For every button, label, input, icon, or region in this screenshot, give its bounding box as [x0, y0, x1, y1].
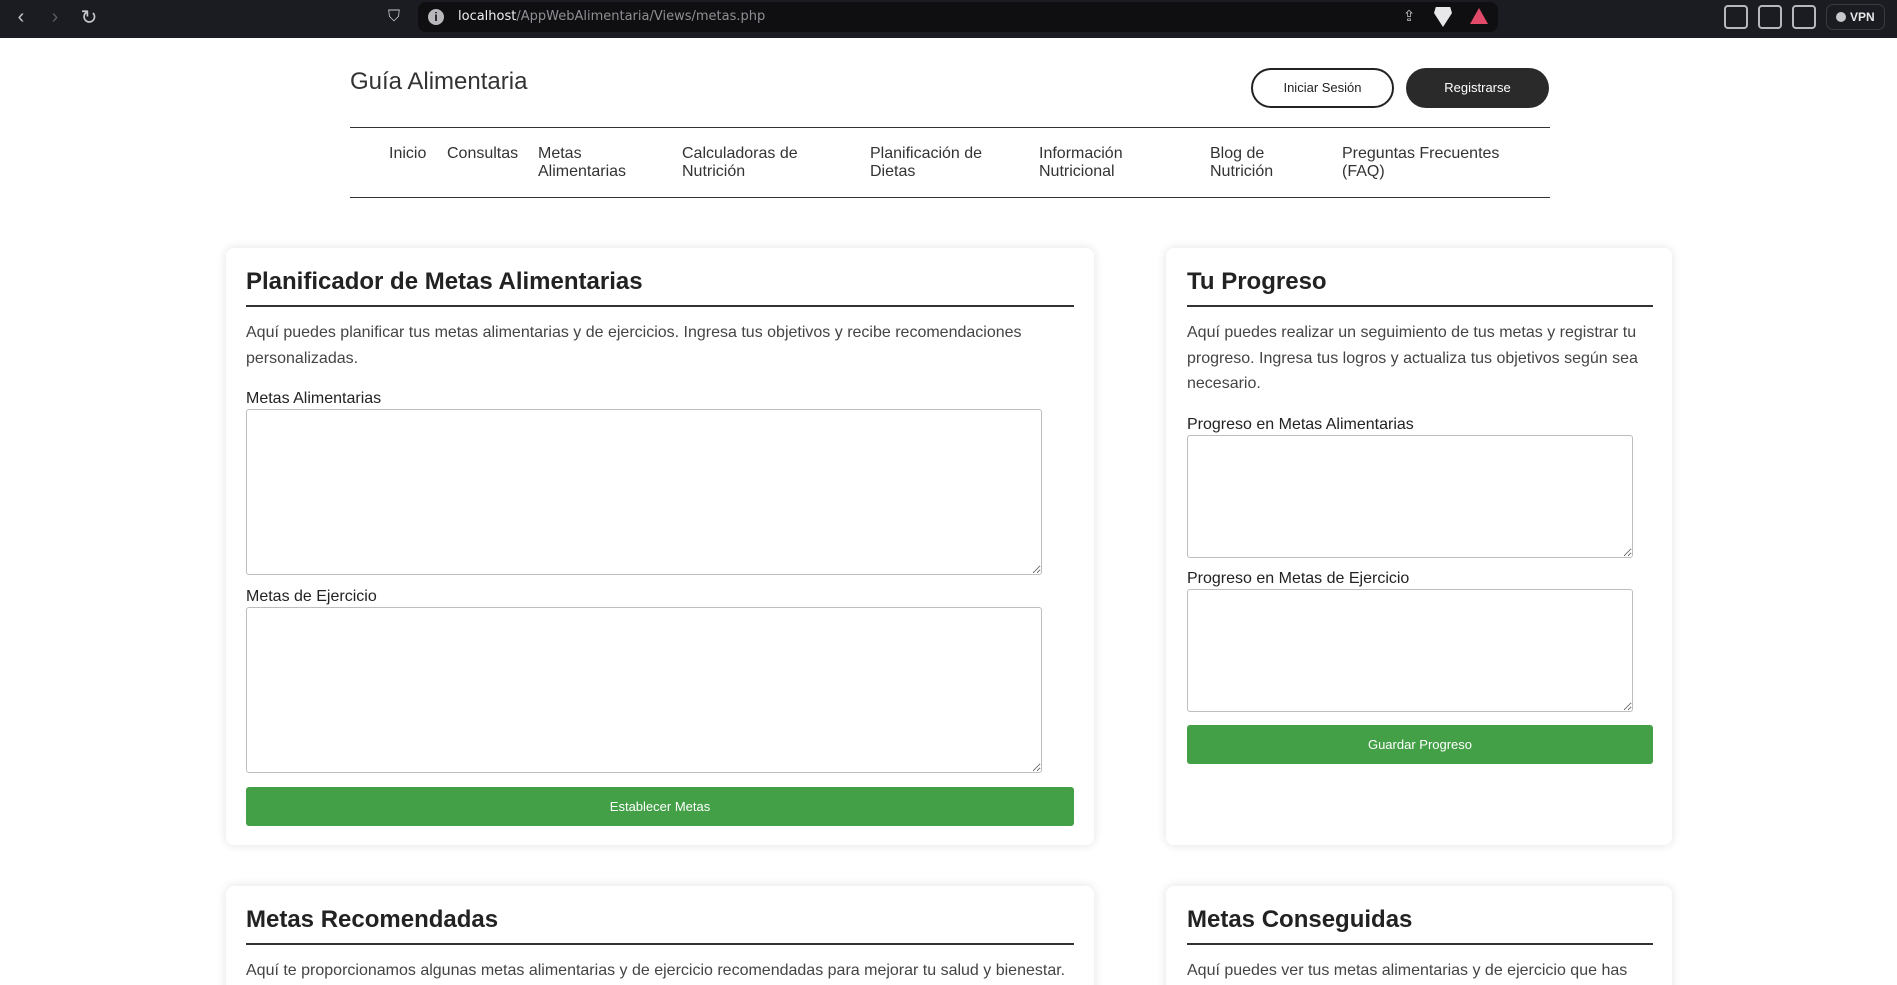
- recommended-title: Metas Recomendadas: [246, 906, 499, 933]
- nav-item-label: Calculadoras de: [682, 145, 798, 162]
- site-info-icon[interactable]: i: [428, 9, 444, 25]
- share-icon[interactable]: ⇪: [1398, 6, 1420, 28]
- recommended-card: Metas Recomendadas Aquí te proporcionamo…: [226, 886, 1094, 985]
- url-path: /AppWebAlimentaria/Views/metas.php: [516, 9, 766, 24]
- vpn-button[interactable]: VPN: [1826, 4, 1885, 30]
- nav-item-blog[interactable]: Blog de Nutrición: [1210, 145, 1273, 181]
- nav-item-label: Metas: [538, 145, 582, 162]
- toolbar-right: VPN: [1724, 4, 1885, 30]
- login-button[interactable]: Iniciar Sesión: [1251, 68, 1394, 108]
- achieved-description: Aquí puedes ver tus metas alimentarias y…: [1187, 962, 1628, 979]
- achieved-title-rule: [1187, 943, 1653, 945]
- exercise-goals-label: Metas de Ejercicio: [246, 588, 377, 605]
- nav-item-label: (FAQ): [1342, 163, 1385, 180]
- wallet-icon[interactable]: [1792, 5, 1816, 29]
- set-goals-button[interactable]: Establecer Metas: [246, 787, 1074, 826]
- progress-desc-line: necesario.: [1187, 375, 1261, 392]
- progress-desc-line: progreso. Ingresa tus logros y actualiza…: [1187, 349, 1638, 367]
- exercise-goals-input[interactable]: [246, 607, 1042, 773]
- vpn-icon: [1836, 12, 1846, 22]
- nav-item-label: Inicio: [389, 145, 427, 162]
- achieved-title: Metas Conseguidas: [1187, 906, 1413, 933]
- save-progress-button[interactable]: Guardar Progreso: [1187, 725, 1653, 764]
- progress-card: Tu Progreso Aquí puedes realizar un segu…: [1166, 248, 1672, 845]
- planner-title-rule: [246, 305, 1074, 307]
- nav-item-label: Información: [1039, 145, 1123, 162]
- progress-description: Aquí puedes realizar un seguimiento de t…: [1187, 320, 1657, 397]
- achieved-card: Metas Conseguidas Aquí puedes ver tus me…: [1166, 886, 1672, 985]
- nav-item-label: Alimentarias: [538, 163, 627, 180]
- nav-item-label: Blog de: [1210, 145, 1265, 162]
- planner-desc-line: Aquí puedes planificar tus metas aliment…: [246, 324, 1022, 341]
- nav-item-faq[interactable]: Preguntas Frecuentes (FAQ): [1342, 145, 1499, 181]
- nav-divider-top: [350, 127, 1550, 128]
- forward-icon[interactable]: ›: [38, 6, 72, 29]
- nav-divider-bottom: [350, 197, 1550, 198]
- food-goals-label: Metas Alimentarias: [246, 390, 382, 407]
- brave-shields-icon[interactable]: [1434, 7, 1452, 27]
- recommended-title-rule: [246, 943, 1074, 945]
- food-progress-label: Progreso en Metas Alimentarias: [1187, 416, 1414, 433]
- exercise-progress-label: Progreso en Metas de Ejercicio: [1187, 570, 1410, 587]
- browser-nav: ‹ › ↻: [4, 0, 106, 34]
- planner-desc-line: personalizadas.: [246, 349, 359, 367]
- food-goals-input[interactable]: [246, 409, 1042, 575]
- progress-title-rule: [1187, 305, 1653, 307]
- nav-item-label: Dietas: [870, 163, 916, 180]
- nav-item-label: Nutricional: [1039, 163, 1115, 180]
- browser-toolbar: ‹ › ↻ ⛉ i localhost/AppWebAlimentaria/Vi…: [0, 0, 1897, 38]
- extensions-icon[interactable]: [1724, 5, 1748, 29]
- exercise-progress-input[interactable]: [1187, 589, 1633, 712]
- nav-item-label: Planificación de: [870, 145, 983, 162]
- reload-icon[interactable]: ↻: [72, 5, 106, 30]
- brave-rewards-icon[interactable]: [1470, 8, 1488, 24]
- nav-item-calculadoras[interactable]: Calculadoras de Nutrición: [682, 145, 798, 181]
- sidebar-icon[interactable]: [1758, 5, 1782, 29]
- vpn-label: VPN: [1850, 10, 1875, 24]
- nav-item-inicio[interactable]: Inicio: [389, 145, 426, 163]
- food-progress-input[interactable]: [1187, 435, 1633, 558]
- planner-card: Planificador de Metas Alimentarias Aquí …: [226, 248, 1094, 845]
- bookmark-icon[interactable]: ⛉: [383, 6, 405, 28]
- planner-title: Planificador de Metas Alimentarias: [246, 268, 643, 295]
- progress-desc-line: Aquí puedes realizar un seguimiento de t…: [1187, 324, 1637, 341]
- register-button[interactable]: Registrarse: [1406, 68, 1549, 108]
- nav-item-label: Nutrición: [1210, 163, 1274, 180]
- address-url[interactable]: localhost/AppWebAlimentaria/Views/metas.…: [458, 9, 765, 24]
- nav-item-metas[interactable]: Metas Alimentarias: [538, 145, 626, 181]
- address-bar[interactable]: i localhost/AppWebAlimentaria/Views/meta…: [418, 2, 1498, 32]
- nav-item-label: Consultas: [447, 145, 519, 162]
- nav-item-label: Preguntas Frecuentes: [1342, 145, 1500, 162]
- recommended-description: Aquí te proporcionamos algunas metas ali…: [246, 962, 1066, 979]
- nav-item-consultas[interactable]: Consultas: [447, 145, 518, 163]
- site-title: Guía Alimentaria: [350, 68, 528, 95]
- nav-item-planificacion[interactable]: Planificación de Dietas: [870, 145, 982, 181]
- nav-item-label: Nutrición: [682, 163, 746, 180]
- url-host: localhost: [458, 9, 517, 24]
- progress-title: Tu Progreso: [1187, 268, 1327, 295]
- back-icon[interactable]: ‹: [4, 6, 38, 29]
- planner-description: Aquí puedes planificar tus metas aliment…: [246, 320, 1081, 371]
- nav-item-informacion[interactable]: Información Nutricional: [1039, 145, 1123, 181]
